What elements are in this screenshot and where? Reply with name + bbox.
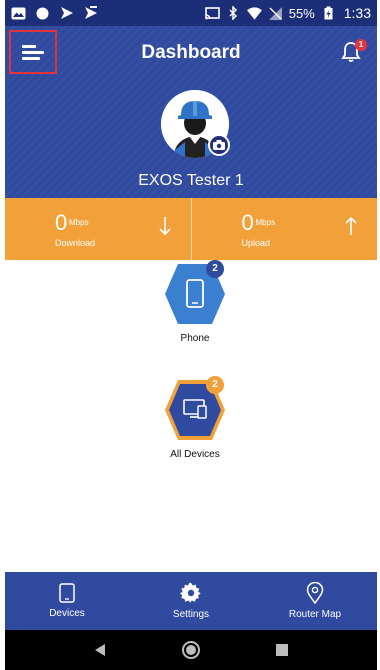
gallery-icon — [11, 6, 26, 21]
clock: 1:33 — [343, 5, 371, 21]
tablet-icon — [59, 583, 75, 603]
all-devices-tile[interactable]: 2 All Devices — [150, 376, 240, 460]
phone-devices-tile[interactable]: 2 Phone — [150, 260, 240, 344]
recents-square-icon — [275, 644, 288, 656]
app-notification-icon — [59, 6, 74, 21]
phone-hexagon — [165, 264, 225, 324]
circle-status-icon — [35, 6, 50, 21]
all-devices-count-badge: 2 — [206, 376, 224, 394]
notifications-button[interactable]: 1 — [339, 39, 367, 66]
arrow-up-icon — [345, 216, 357, 235]
phone-label: Phone — [180, 333, 210, 344]
page-title: Dashboard — [141, 42, 241, 63]
nav-devices-label: Devices — [49, 608, 85, 619]
cellular-signal-icon — [268, 6, 283, 21]
home-button[interactable] — [179, 638, 203, 662]
nav-router-map[interactable]: Router Map — [253, 572, 377, 630]
upload-value: 0 — [241, 210, 254, 235]
status-bar: 55% 1:33 — [5, 0, 377, 26]
app-notification-icon-2 — [83, 6, 98, 21]
home-circle-icon — [181, 641, 200, 659]
change-photo-button[interactable] — [208, 134, 230, 156]
download-label: Download — [55, 238, 96, 248]
upload-speed: 0 Mbps Upload — [190, 198, 378, 260]
speed-panel: 0 Mbps Download 0 Mbps Upload — [5, 198, 377, 260]
camera-icon — [213, 140, 225, 150]
battery-charging-icon — [321, 6, 336, 21]
nav-router-map-label: Router Map — [288, 609, 342, 620]
back-button[interactable] — [88, 638, 112, 662]
all-devices-label: All Devices — [170, 449, 220, 460]
bluetooth-icon — [226, 6, 241, 21]
notification-badge: 1 — [355, 39, 367, 51]
profile-name: EXOS Tester 1 — [138, 172, 244, 189]
all-devices-hexagon — [165, 380, 225, 440]
nav-devices[interactable]: Devices — [5, 572, 129, 630]
battery-percent: 55% — [288, 5, 315, 21]
app-screen: 55% 1:33 Dashboard 1 EXOS Tester 1 0 Mbp… — [5, 0, 377, 670]
download-unit: Mbps — [69, 218, 89, 227]
upload-unit: Mbps — [255, 218, 276, 227]
download-value: 0 — [55, 210, 68, 235]
gear-icon — [180, 582, 201, 603]
upload-label: Upload — [241, 238, 271, 248]
dashboard-header: Dashboard 1 EXOS Tester 1 — [5, 26, 377, 198]
map-pin-icon — [306, 582, 324, 604]
phone-count-badge: 2 — [206, 260, 224, 278]
cast-icon — [204, 6, 220, 21]
arrow-down-icon — [158, 217, 171, 236]
nav-settings-label: Settings — [172, 609, 210, 620]
wifi-icon — [246, 6, 262, 21]
back-triangle-icon — [95, 644, 106, 656]
recents-button[interactable] — [270, 638, 294, 662]
system-navigation-bar — [5, 630, 377, 670]
nav-settings[interactable]: Settings — [129, 572, 253, 630]
bottom-navigation: Devices Settings Router Map — [5, 572, 377, 630]
download-speed: 0 Mbps Download — [5, 198, 191, 260]
